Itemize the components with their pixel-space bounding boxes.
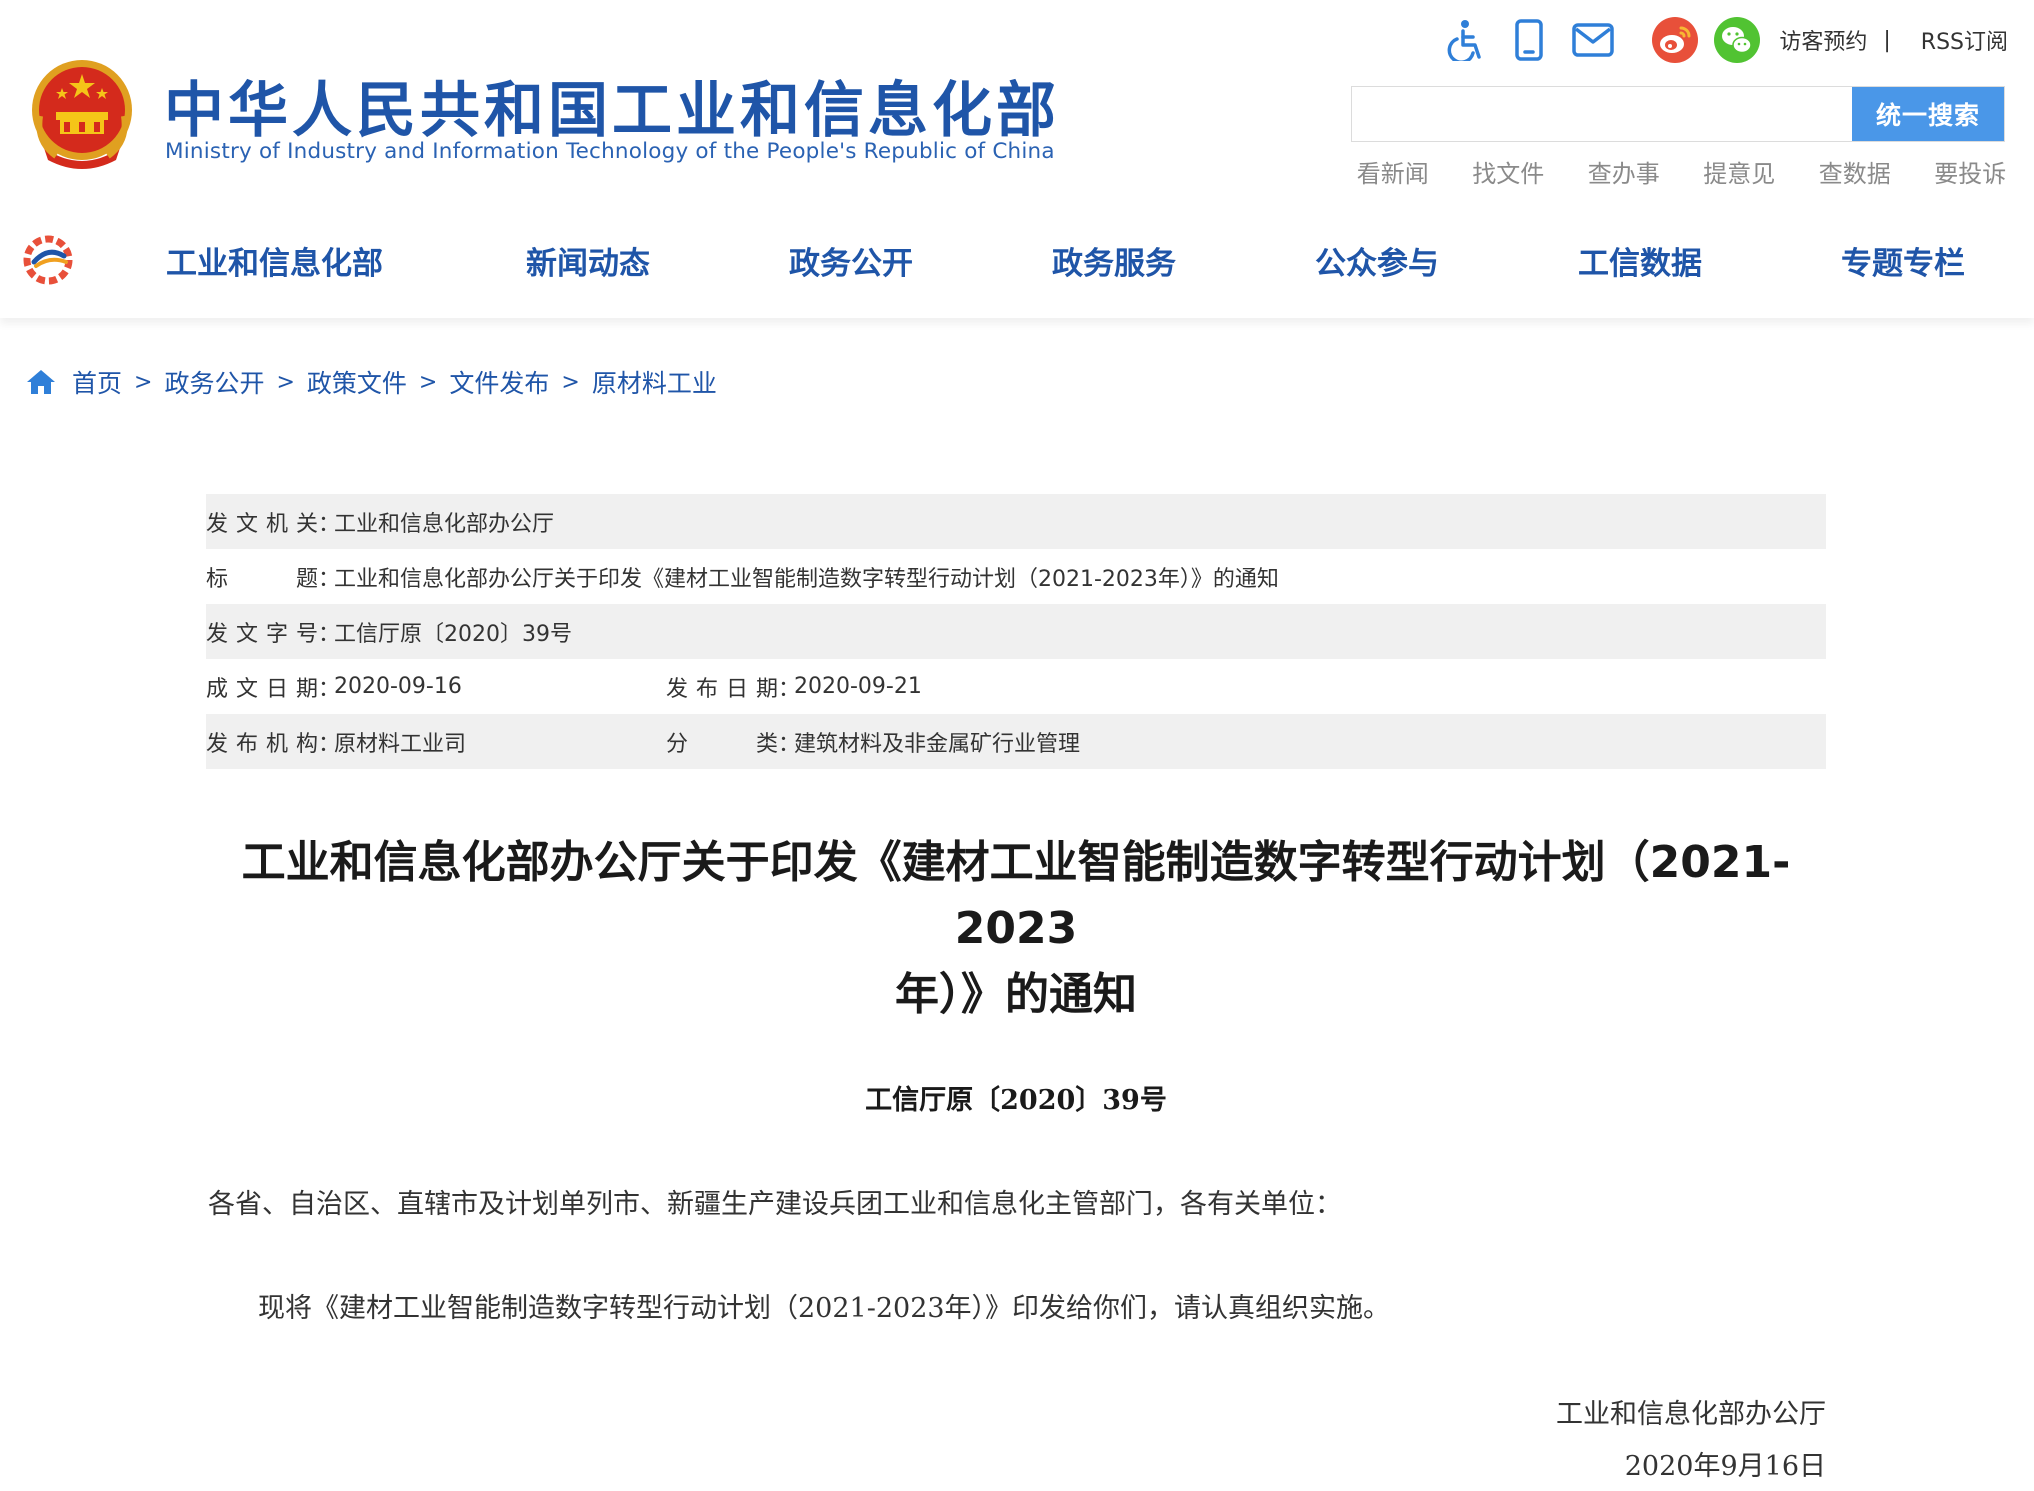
info-label: 标 题 bbox=[206, 566, 318, 592]
quick-links: 看新闻 找文件 查办事 提意见 查数据 要投诉 bbox=[1335, 154, 2028, 189]
quick-link-complaints[interactable]: 要投诉 bbox=[1913, 154, 2029, 189]
top-tools: 访客预约 | RSS订阅 bbox=[1425, 16, 2008, 64]
breadcrumb-separator: > bbox=[561, 369, 580, 395]
nav-item-news[interactable]: 新闻动态 bbox=[526, 238, 650, 283]
info-published-date: 2020-09-21 bbox=[794, 674, 922, 699]
document-title-line1: 工业和信息化部办公厅关于印发《建材工业智能制造数字转型行动计划（2021-202… bbox=[241, 837, 1791, 954]
accessibility-icon[interactable] bbox=[1441, 16, 1489, 64]
document-salutation: 各省、自治区、直辖市及计划单列市、新疆生产建设兵团工业和信息化主管部门，各有关单… bbox=[208, 1189, 1342, 1220]
breadcrumb: 首页 > 政务公开 > 政策文件 > 文件发布 > 原材料工业 bbox=[26, 364, 717, 400]
unified-search-button[interactable]: 统一搜索 bbox=[1852, 87, 2004, 141]
wechat-icon[interactable] bbox=[1713, 16, 1761, 64]
info-docno: 工信厅原〔2020〕39号 bbox=[334, 621, 572, 647]
nav-item-gov-services[interactable]: 政务服务 bbox=[1052, 238, 1176, 283]
breadcrumb-home[interactable]: 首页 bbox=[72, 364, 122, 400]
info-row-title: 标 题：工业和信息化部办公厅关于印发《建材工业智能制造数字转型行动计划（2021… bbox=[206, 549, 1826, 604]
weibo-icon[interactable] bbox=[1651, 16, 1699, 64]
nav-item-topics[interactable]: 专题专栏 bbox=[1841, 238, 1965, 283]
quick-link-services[interactable]: 查办事 bbox=[1566, 154, 1682, 189]
quick-link-data[interactable]: 查数据 bbox=[1797, 154, 1913, 189]
info-row-dates: 成文日期： 2020-09-16 发布日期： 2020-09-21 bbox=[206, 659, 1826, 714]
nav-item-public[interactable]: 公众参与 bbox=[1315, 238, 1439, 283]
document-info-table: 发文机关：工业和信息化部办公厅 标 题：工业和信息化部办公厅关于印发《建材工业智… bbox=[206, 494, 1826, 769]
info-row-docno: 发文字号：工信厅原〔2020〕39号 bbox=[206, 604, 1826, 659]
site-logo-subtitle[interactable]: Ministry of Industry and Information Tec… bbox=[165, 139, 1055, 164]
info-created-date: 2020-09-16 bbox=[334, 674, 462, 699]
search-box: 统一搜索 bbox=[1351, 86, 2005, 142]
info-category: 建筑材料及非金属矿行业管理 bbox=[794, 731, 1081, 757]
info-issuer: 工业和信息化部办公厅 bbox=[334, 511, 555, 537]
breadcrumb-separator: > bbox=[134, 369, 153, 395]
nav-item-gov-affairs[interactable]: 政务公开 bbox=[789, 238, 913, 283]
document-signer: 工业和信息化部办公厅 bbox=[1556, 1399, 1826, 1430]
site-logo-title[interactable]: 中华人民共和国工业和信息化部 bbox=[164, 62, 1060, 149]
tools-separator: | bbox=[1883, 27, 1891, 53]
nav-item-data[interactable]: 工信数据 bbox=[1578, 238, 1702, 283]
info-label: 发文机关 bbox=[206, 511, 318, 537]
mobile-icon[interactable] bbox=[1505, 16, 1553, 64]
quick-link-suggestions[interactable]: 提意见 bbox=[1682, 154, 1798, 189]
document-body: 现将《建材工业智能制造数字转型行动计划（2021-2023年）》印发给你们，请认… bbox=[258, 1293, 1391, 1324]
search-input[interactable] bbox=[1352, 87, 1852, 141]
document-number: 工信厅原〔2020〕39号 bbox=[865, 1085, 1167, 1116]
breadcrumb-separator: > bbox=[418, 369, 438, 395]
visitor-appointment-link[interactable]: 访客预约 bbox=[1779, 24, 1867, 56]
main-nav: 工业和信息化部 新闻动态 政务公开 政务服务 公众参与 工信数据 专题专栏 bbox=[0, 218, 2034, 318]
info-label: 分 类 bbox=[666, 731, 778, 757]
document-title: 工业和信息化部办公厅关于印发《建材工业智能制造数字转型行动计划（2021-202… bbox=[206, 830, 1826, 1028]
mail-icon[interactable] bbox=[1569, 16, 1617, 64]
info-label: 成文日期 bbox=[206, 676, 318, 702]
info-row-issuer: 发文机关：工业和信息化部办公厅 bbox=[206, 494, 1826, 549]
national-emblem-icon[interactable] bbox=[26, 56, 138, 174]
quick-link-news[interactable]: 看新闻 bbox=[1335, 154, 1451, 189]
info-row-org: 发布机构：原材料工业司 分 类：建筑材料及非金属矿行业管理 bbox=[206, 714, 1826, 769]
rss-link[interactable]: RSS订阅 bbox=[1921, 24, 2008, 56]
home-icon[interactable] bbox=[26, 367, 56, 397]
breadcrumb-policy-files[interactable]: 政策文件 bbox=[307, 364, 407, 400]
quick-link-files[interactable]: 找文件 bbox=[1451, 154, 1567, 189]
info-title: 工业和信息化部办公厅关于印发《建材工业智能制造数字转型行动计划（2021-202… bbox=[334, 566, 1279, 592]
info-label: 发布日期 bbox=[666, 676, 778, 702]
miit-logo-icon[interactable] bbox=[20, 232, 76, 288]
info-label: 发文字号 bbox=[206, 621, 318, 647]
breadcrumb-gov-affairs[interactable]: 政务公开 bbox=[164, 364, 264, 400]
breadcrumb-raw-materials[interactable]: 原材料工业 bbox=[592, 364, 717, 400]
document-title-line2: 年）》的通知 bbox=[895, 969, 1137, 1020]
breadcrumb-file-release[interactable]: 文件发布 bbox=[449, 364, 549, 400]
site-header: 中华人民共和国工业和信息化部 Ministry of Industry and … bbox=[0, 0, 2034, 195]
nav-item-ministry[interactable]: 工业和信息化部 bbox=[166, 238, 383, 283]
info-label: 发布机构 bbox=[206, 731, 318, 757]
info-org: 原材料工业司 bbox=[334, 731, 467, 757]
document-date: 2020年9月16日 bbox=[1624, 1451, 1826, 1482]
breadcrumb-separator: > bbox=[276, 369, 295, 395]
